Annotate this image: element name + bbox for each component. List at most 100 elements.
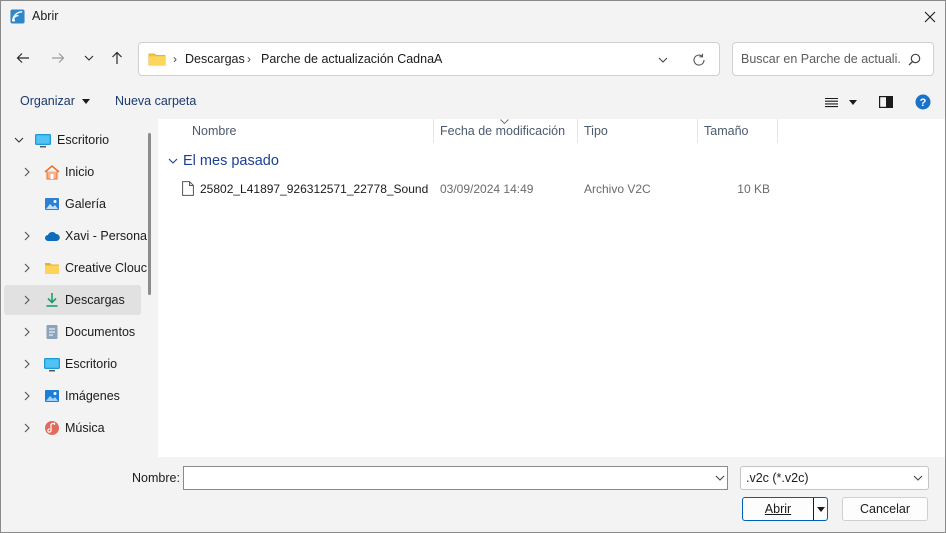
address-bar[interactable]: › Descargas › Parche de actualización Ca…: [138, 42, 720, 76]
file-name: 25802_L41897_926312571_22778_Sound o...: [200, 182, 430, 196]
sidebar-item-label: Imágenes: [65, 389, 120, 403]
sidebar-item-inicio[interactable]: Inicio: [4, 157, 141, 187]
arrow-right-icon: [52, 53, 65, 63]
sidebar-item-xavi-persona[interactable]: Xavi - Persona: [4, 221, 147, 251]
pictures-icon: [45, 390, 59, 402]
open-button[interactable]: Abrir: [742, 497, 828, 521]
sidebar-item-galer-a[interactable]: Galería: [4, 189, 141, 219]
filetype-select[interactable]: .v2c (*.v2c): [740, 466, 929, 490]
scrollbar-thumb[interactable]: [148, 133, 151, 295]
chevron-down-icon[interactable]: [14, 135, 24, 145]
breadcrumb-separator: ›: [247, 52, 251, 66]
chevron-right-icon[interactable]: [22, 167, 32, 177]
caret-down-icon: [849, 99, 857, 105]
group-header[interactable]: El mes pasado: [168, 153, 279, 169]
file-type: Archivo V2C: [584, 182, 651, 196]
window-title: Abrir: [32, 9, 59, 23]
column-divider[interactable]: [577, 119, 578, 143]
sidebar-item-label: Música: [65, 421, 105, 435]
sidebar-item-label: Xavi - Persona: [65, 229, 147, 243]
column-header-size[interactable]: Tamaño: [704, 124, 748, 138]
back-button[interactable]: [11, 45, 35, 71]
sidebar-item-documentos[interactable]: Documentos: [4, 317, 141, 347]
refresh-icon: [693, 53, 705, 66]
navigation-pane[interactable]: Escritorio Inicio Galería Xavi - Persona Cre…: [1, 119, 158, 457]
breadcrumb-current-folder[interactable]: Parche de actualización CadnaA: [261, 52, 442, 66]
sidebar-item-m-sica[interactable]: Música: [4, 413, 141, 443]
chevron-right-icon[interactable]: [22, 327, 32, 337]
sidebar-item-label: Escritorio: [65, 357, 118, 371]
search-placeholder: Buscar en Parche de actuali...: [741, 52, 901, 66]
chevron-right-icon[interactable]: [22, 391, 32, 401]
file-size: 10 KB: [737, 182, 770, 196]
chevron-right-icon[interactable]: [22, 263, 32, 273]
file-list[interactable]: Nombre Fecha de modificación Tipo Tamaño…: [158, 119, 945, 457]
up-button[interactable]: [105, 45, 129, 71]
filename-label: Nombre:: [132, 471, 180, 485]
sidebar-item-label: Descargas: [65, 293, 125, 307]
arrow-up-icon: [112, 51, 122, 64]
sidebar-item-label: Documentos: [65, 325, 136, 339]
column-divider[interactable]: [777, 119, 778, 143]
dialog-footer: Nombre: .v2c (*.v2c) Abrir Cancelar: [1, 457, 945, 532]
close-button[interactable]: [915, 1, 945, 32]
search-input[interactable]: Buscar en Parche de actuali...: [732, 42, 934, 76]
column-header-date[interactable]: Fecha de modificación: [440, 124, 565, 138]
forward-button[interactable]: [46, 45, 70, 71]
title-bar: Abrir: [1, 1, 945, 32]
caret-down-icon: [82, 99, 91, 105]
preview-pane-icon: [879, 96, 893, 108]
home-icon: [44, 164, 60, 180]
open-options-dropdown[interactable]: [813, 498, 827, 520]
chevron-right-icon[interactable]: [22, 359, 32, 369]
breadcrumb-separator: ›: [173, 52, 177, 66]
refresh-button[interactable]: [688, 50, 710, 70]
gallery-icon: [45, 198, 59, 210]
desktop-icon: [35, 134, 51, 148]
svg-text:?: ?: [920, 97, 927, 109]
chevron-down-icon[interactable]: [715, 471, 725, 485]
chevron-right-icon[interactable]: [22, 231, 32, 241]
sidebar-item-escritorio[interactable]: Escritorio: [4, 349, 141, 379]
filename-input[interactable]: [183, 466, 728, 490]
sidebar-item-descargas[interactable]: Descargas: [4, 285, 141, 315]
open-file-dialog: Abrir › Descargas › Parche de actualizac…: [0, 0, 946, 533]
onedrive-icon: [45, 231, 60, 241]
chevron-right-icon[interactable]: [22, 423, 32, 433]
folder-icon: [148, 53, 166, 66]
sidebar-item-escritorio[interactable]: Escritorio: [4, 125, 141, 155]
sidebar-item-label: Galería: [65, 197, 106, 211]
chevron-down-icon: [168, 158, 178, 164]
address-history-dropdown[interactable]: [653, 52, 673, 68]
desktop-icon: [44, 358, 60, 372]
chevron-down-icon: [913, 475, 923, 481]
sidebar-item-label: Inicio: [65, 165, 95, 179]
chevron-down-icon: [658, 57, 668, 63]
arrow-left-icon: [16, 53, 29, 63]
open-button-label: Abrir: [764, 502, 792, 516]
column-divider[interactable]: [697, 119, 698, 143]
search-icon: [908, 53, 921, 66]
preview-pane-button[interactable]: [879, 92, 893, 112]
view-options-button[interactable]: [825, 92, 857, 112]
help-button[interactable]: ?: [915, 92, 931, 112]
filetype-value: .v2c (*.v2c): [746, 471, 809, 485]
group-header-label: El mes pasado: [183, 153, 279, 169]
chevron-right-icon[interactable]: [22, 295, 32, 305]
recent-locations-button[interactable]: [77, 45, 101, 71]
sidebar-item-im-genes[interactable]: Imágenes: [4, 381, 141, 411]
cancel-button[interactable]: Cancelar: [842, 497, 928, 521]
new-folder-button[interactable]: Nueva carpeta: [115, 94, 196, 108]
column-divider[interactable]: [433, 119, 434, 143]
breadcrumb-downloads[interactable]: Descargas: [185, 52, 245, 66]
sidebar-item-label: Creative Clouc: [65, 261, 147, 275]
column-header-type[interactable]: Tipo: [584, 124, 608, 138]
list-view-icon: [825, 97, 838, 107]
organize-label: Organizar: [20, 94, 75, 108]
music-icon: [45, 421, 59, 435]
file-row[interactable]: 25802_L41897_926312571_22778_Sound o... …: [176, 177, 796, 201]
documents-icon: [46, 325, 58, 339]
column-header-name[interactable]: Nombre: [192, 124, 236, 138]
sidebar-item-creative-clouc[interactable]: Creative Clouc: [4, 253, 147, 283]
organize-button[interactable]: Organizar: [20, 94, 91, 108]
